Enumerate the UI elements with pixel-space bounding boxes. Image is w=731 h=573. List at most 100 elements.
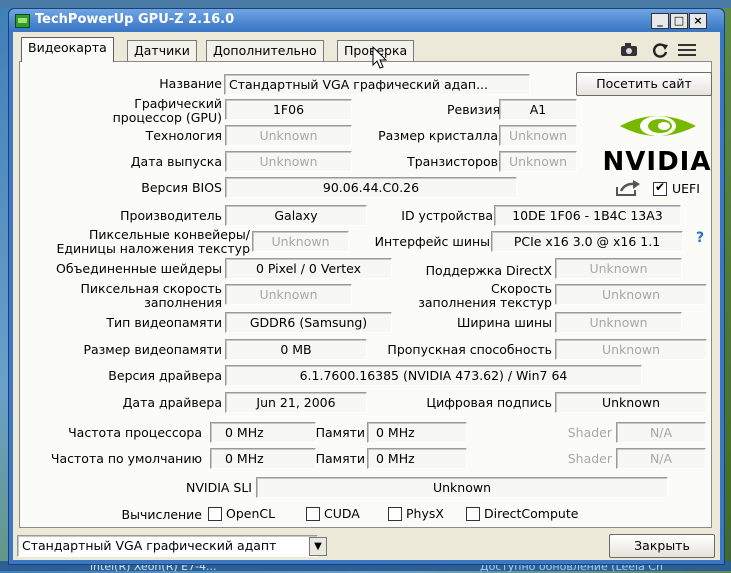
sli-label: NVIDIA SLI: [185, 480, 252, 495]
nvidia-logo-text: NVIDIA: [602, 147, 712, 177]
desktop-background: [0, 0, 731, 8]
opencl-checkbox[interactable]: [208, 507, 222, 521]
revision-label: Ревизия: [446, 102, 500, 117]
chevron-down-icon[interactable]: ▼: [309, 537, 327, 556]
directx-label: Поддержка DirectX: [425, 263, 552, 278]
gpu-label-line2: процессор (GPU): [112, 110, 222, 125]
pixel-fillrate-field: Unknown: [225, 284, 352, 305]
bios-field: 90.06.44.C0.26: [225, 177, 517, 198]
memory-clock-field: 0 MHz: [367, 422, 467, 443]
directcompute-checkbox[interactable]: [466, 507, 480, 521]
physx-checkbox[interactable]: [388, 507, 402, 521]
maximize-button[interactable]: □: [670, 13, 688, 29]
digital-signature-field: Unknown: [555, 392, 707, 413]
memory-clock-label: Памяти: [315, 425, 365, 440]
tab-sensors[interactable]: Датчики: [127, 40, 197, 61]
gpu-select-dropdown[interactable]: Стандартный VGA графический адапт: [17, 535, 318, 557]
mouse-cursor-icon: [372, 46, 388, 69]
bus-interface-label: Интерфейс шины: [374, 234, 490, 249]
graphics-card-panel: Название Стандартный VGA графический ада…: [19, 61, 712, 528]
default-clock-label: Частота по умолчанию: [50, 451, 202, 466]
gpu-label-line1: Графический: [134, 96, 222, 111]
bus-interface-field: PCIe x16 3.0 @ x16 1.1: [491, 231, 683, 252]
menu-icon[interactable]: [677, 42, 697, 58]
bus-help-icon[interactable]: ?: [696, 230, 704, 246]
shader-clock-label: Shader: [567, 425, 612, 440]
shader-clock-field: N/A: [616, 422, 706, 443]
default-memory-label: Памяти: [315, 451, 365, 466]
pixel-fillrate-line2: заполнения: [144, 295, 222, 310]
memory-size-label: Размер видеопамяти: [83, 342, 222, 357]
rops-tmus-field: Unknown: [252, 231, 349, 252]
default-clock-field: 0 MHz: [210, 448, 316, 469]
share-icon[interactable]: [615, 179, 641, 197]
cuda-label: CUDA: [324, 506, 360, 521]
uefi-checkbox[interactable]: [653, 180, 667, 196]
camera-icon[interactable]: [619, 42, 639, 58]
rops-label-line1: Пиксельные конвейеры/: [89, 227, 250, 242]
die-size-label: Размер кристалла: [378, 128, 498, 143]
directx-field: Unknown: [555, 258, 682, 279]
memory-type-label: Тип видеопамяти: [106, 315, 222, 330]
shaders-field: 0 Pixel / 0 Vertex: [225, 258, 392, 279]
bandwidth-label: Пропускная способность: [387, 342, 552, 357]
tab-advanced[interactable]: Дополнительно: [206, 40, 324, 61]
die-size-field: Unknown: [499, 125, 577, 146]
cuda-checkbox[interactable]: [306, 507, 320, 521]
physx-label: PhysX: [406, 506, 444, 521]
texture-fillrate-line1: Скорость: [490, 281, 552, 296]
nvidia-logo: NVIDIA: [602, 100, 712, 180]
opencl-label: OpenCL: [226, 506, 276, 521]
gpu-field: 1F06: [225, 99, 352, 120]
texture-fillrate-field: Unknown: [555, 284, 707, 305]
bus-width-field: Unknown: [555, 312, 682, 333]
vendor-label: Производитель: [120, 208, 222, 223]
pixel-fillrate-label: Пиксельная скорость заполнения: [50, 281, 223, 310]
lookup-button[interactable]: Посетить сайт: [576, 72, 712, 96]
technology-label: Технология: [145, 128, 222, 143]
texture-fillrate-label: Скорость заполнения текстур: [390, 282, 552, 310]
app-icon: [15, 14, 30, 28]
name-field: Стандартный VGA графический адап...: [224, 74, 530, 95]
tab-graphics-card[interactable]: Видеокарта: [21, 37, 114, 62]
driver-version-label: Версия драйвера: [108, 368, 222, 383]
bandwidth-field: Unknown: [555, 339, 707, 360]
default-shader-field: N/A: [616, 448, 706, 469]
sli-field: Unknown: [256, 477, 668, 498]
refresh-icon[interactable]: [651, 41, 669, 59]
driver-date-label: Дата драйвера: [122, 395, 222, 410]
minimize-button[interactable]: _: [651, 13, 669, 29]
computing-label: Вычисление: [121, 507, 203, 522]
gpu-clock-field: 0 MHz: [210, 422, 316, 443]
memory-type-field: GDDR6 (Samsung): [225, 312, 392, 333]
pixel-fillrate-line1: Пиксельная скорость: [80, 281, 223, 296]
gpu-select-value: Стандартный VGA графический адапт: [22, 538, 277, 553]
digital-signature-label: Цифровая подпись: [426, 395, 552, 410]
close-window-button[interactable]: ×: [689, 13, 707, 29]
device-id-field: 10DE 1F06 - 1B4C 13A3: [494, 205, 681, 226]
title-bar[interactable]: TechPowerUp GPU-Z 2.16.0 _ □ ×: [9, 9, 724, 31]
revision-field: A1: [499, 99, 577, 120]
close-button[interactable]: Закрыть: [609, 534, 715, 558]
gpuz-window: TechPowerUp GPU-Z 2.16.0 _ □ × Видеокарт…: [8, 8, 725, 565]
release-date-field: Unknown: [225, 151, 352, 172]
bios-label: Версия BIOS: [141, 180, 222, 195]
vendor-field: Galaxy: [225, 205, 367, 226]
uefi-label: UEFI: [672, 181, 700, 196]
release-date-label: Дата выпуска: [130, 154, 222, 169]
driver-date-field: Jun 21, 2006: [225, 392, 367, 413]
window-client: Видеокарта Датчики Дополнительно Проверк…: [13, 32, 720, 560]
transistors-field: Unknown: [499, 151, 577, 172]
texture-fillrate-line2: заполнения текстур: [418, 295, 552, 310]
driver-version-field: 6.1.7600.16385 (NVIDIA 473.62) / Win7 64: [225, 365, 642, 386]
gpu-label: Графический процессор (GPU): [60, 97, 222, 125]
bus-width-label: Ширина шины: [457, 315, 552, 330]
window-title: TechPowerUp GPU-Z 2.16.0: [35, 12, 235, 27]
shaders-label: Объединенные шейдеры: [56, 261, 222, 276]
default-memory-field: 0 MHz: [367, 448, 467, 469]
default-shader-label: Shader: [567, 451, 612, 466]
transistors-label: Транзисторов: [407, 154, 498, 169]
memory-size-field: 0 MB: [225, 339, 367, 360]
name-label: Название: [159, 76, 222, 91]
technology-field: Unknown: [225, 125, 352, 146]
